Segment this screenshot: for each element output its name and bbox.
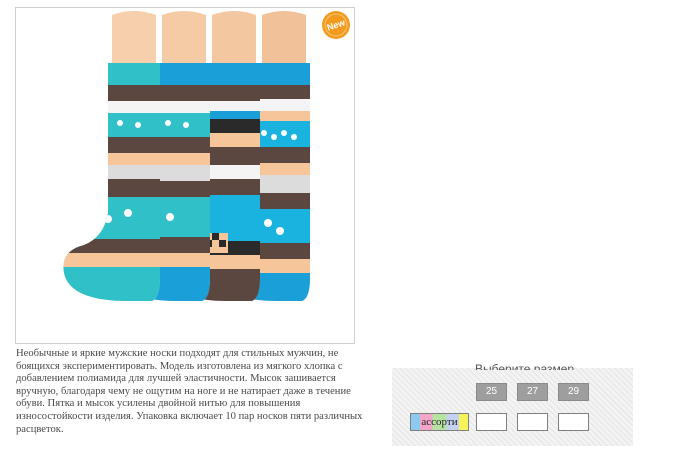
quantity-cell-27[interactable] <box>517 413 548 431</box>
product-image[interactable]: New <box>15 7 355 344</box>
socks-photo <box>63 11 311 301</box>
quantity-cell-25[interactable] <box>476 413 507 431</box>
size-heading: Выберите размер <box>475 362 575 370</box>
quantity-cell-29[interactable] <box>558 413 589 431</box>
color-option-assorti[interactable]: ассорти <box>410 413 469 431</box>
options-panel <box>392 368 633 446</box>
new-badge-icon: New <box>322 11 350 39</box>
product-description: Необычные и яркие мужские носки подходят… <box>16 348 363 435</box>
size-button-25[interactable]: 25 <box>476 383 507 401</box>
size-button-27[interactable]: 27 <box>517 383 548 401</box>
size-button-29[interactable]: 29 <box>558 383 589 401</box>
